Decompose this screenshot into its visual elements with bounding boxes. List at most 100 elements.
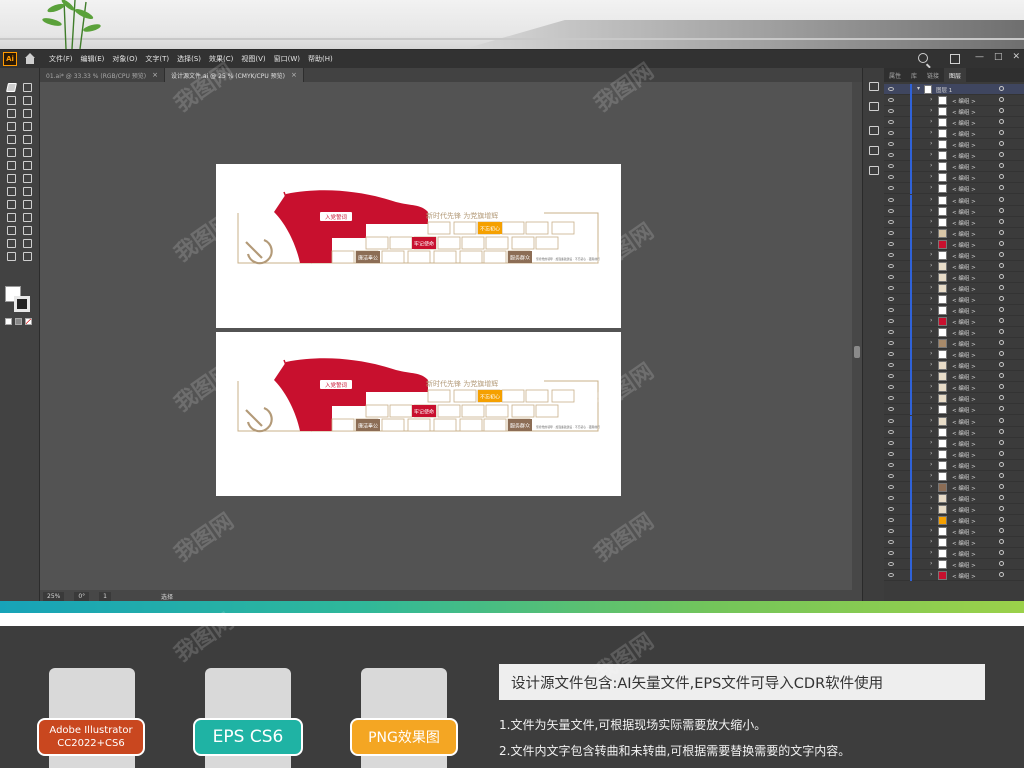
none-button[interactable]	[25, 318, 32, 325]
rotate-tool-icon[interactable]	[5, 160, 17, 170]
expand-arrow-icon[interactable]: ›	[930, 494, 932, 501]
expand-arrow-icon[interactable]: ›	[930, 317, 932, 324]
workspace-icon[interactable]	[950, 54, 960, 64]
target-circle-icon[interactable]	[999, 97, 1004, 103]
target-circle-icon[interactable]	[999, 472, 1004, 478]
target-circle-icon[interactable]	[999, 329, 1004, 335]
expand-arrow-icon[interactable]: ›	[930, 339, 932, 346]
expand-arrow-icon[interactable]: ›	[930, 207, 932, 214]
layer-row-top[interactable]: ▾ 图层 1	[884, 84, 1024, 95]
target-circle-icon[interactable]	[999, 284, 1004, 290]
sublayer-row[interactable]: › < 编组 >	[884, 503, 1024, 515]
expand-arrow-icon[interactable]: ›	[930, 96, 932, 103]
zoom-field[interactable]: 25%	[43, 591, 65, 601]
target-circle-icon[interactable]	[999, 86, 1004, 91]
target-circle-icon[interactable]	[999, 373, 1004, 379]
zoom-tool-icon[interactable]	[21, 251, 33, 261]
eraser-icon[interactable]	[21, 147, 33, 157]
target-circle-icon[interactable]	[999, 494, 1004, 500]
sublayer-row[interactable]: › < 编组 >	[884, 305, 1024, 316]
sublayer-row[interactable]: › < 编组 >	[884, 271, 1024, 283]
tab-document-source[interactable]: 设计源文件.ai @ 25 % (CMYK/CPU 预览) ×	[165, 68, 304, 82]
target-circle-icon[interactable]	[999, 505, 1004, 511]
menu-item[interactable]: 文字(T)	[145, 54, 169, 64]
expand-arrow-icon[interactable]: ›	[930, 328, 932, 335]
sublayer-row[interactable]: › < 编组 >	[884, 360, 1024, 372]
expand-arrow-icon[interactable]: ›	[930, 361, 932, 368]
pen-tool-icon[interactable]	[5, 108, 17, 118]
symbol-sprayer-icon[interactable]	[5, 225, 17, 235]
sublayer-row[interactable]: › < 编组 >	[884, 514, 1024, 526]
sublayer-row[interactable]: › < 编组 >	[884, 404, 1024, 416]
expand-arrow-icon[interactable]: ›	[930, 461, 932, 468]
expand-arrow-icon[interactable]: ›	[930, 162, 932, 169]
visibility-eye-icon[interactable]	[888, 385, 894, 390]
target-circle-icon[interactable]	[999, 207, 1004, 213]
sublayer-row[interactable]: › < 编组 >	[884, 205, 1024, 217]
visibility-eye-icon[interactable]	[888, 296, 894, 301]
column-graph-icon[interactable]	[21, 225, 33, 235]
visibility-eye-icon[interactable]	[888, 131, 894, 136]
target-circle-icon[interactable]	[999, 130, 1004, 136]
type-tool-icon[interactable]	[5, 121, 17, 131]
visibility-eye-icon[interactable]	[888, 363, 894, 368]
magic-wand-icon[interactable]	[5, 95, 17, 105]
visibility-eye-icon[interactable]	[888, 529, 894, 533]
visibility-eye-icon[interactable]	[888, 208, 894, 213]
visibility-eye-icon[interactable]	[888, 352, 894, 357]
sublayer-row[interactable]: › < 编组 >	[884, 183, 1024, 195]
expand-arrow-icon[interactable]: ›	[930, 571, 932, 578]
visibility-eye-icon[interactable]	[888, 517, 894, 522]
target-circle-icon[interactable]	[999, 417, 1004, 423]
visibility-eye-icon[interactable]	[888, 330, 894, 335]
menu-item[interactable]: 帮助(H)	[308, 54, 333, 64]
sublayer-row[interactable]: › < 编组 >	[884, 172, 1024, 184]
scale-tool-icon[interactable]	[21, 160, 33, 170]
panel-tab[interactable]: 属性	[884, 68, 906, 82]
artboard-1[interactable]: 不忘初心 牢记使命 廉洁奉公 服务群众 新时代先锋 为党旗增辉 入党誓词 坚持党的领导 · …	[216, 164, 621, 328]
expand-arrow-icon[interactable]: ›	[930, 560, 932, 567]
expand-arrow-icon[interactable]: ›	[930, 196, 932, 203]
tab-document-01[interactable]: 01.ai* @ 33.33 % (RGB/CPU 预览) ×	[40, 68, 166, 82]
visibility-eye-icon[interactable]	[888, 540, 894, 545]
sublayer-row[interactable]: › < 编组 >	[884, 139, 1024, 151]
slice-tool-icon[interactable]	[21, 238, 33, 248]
rotation-field[interactable]: 0°	[74, 591, 90, 601]
sublayer-row[interactable]: › < 编组 >	[884, 216, 1024, 228]
visibility-eye-icon[interactable]	[888, 308, 894, 312]
visibility-eye-icon[interactable]	[888, 495, 894, 500]
target-circle-icon[interactable]	[999, 295, 1004, 301]
artboard-tool-icon[interactable]	[5, 238, 17, 248]
scroll-thumb[interactable]	[854, 346, 860, 358]
sublayer-row[interactable]: › < 编组 >	[884, 481, 1024, 493]
target-circle-icon[interactable]	[999, 461, 1004, 467]
expand-arrow-icon[interactable]: ›	[930, 350, 932, 357]
color-button[interactable]	[5, 318, 12, 325]
sublayer-row[interactable]: › < 编组 >	[884, 492, 1024, 504]
free-transform-icon[interactable]	[21, 173, 33, 183]
expand-arrow-icon[interactable]: ›	[930, 472, 932, 479]
sublayer-row[interactable]: › < 编组 >	[884, 161, 1024, 173]
sublayer-row[interactable]: › < 编组 >	[884, 415, 1024, 427]
expand-arrow-icon[interactable]: ›	[930, 394, 932, 401]
sublayer-row[interactable]: › < 编组 >	[884, 437, 1024, 449]
visibility-eye-icon[interactable]	[888, 142, 894, 147]
expand-arrow-icon[interactable]: ›	[930, 240, 932, 247]
target-circle-icon[interactable]	[999, 572, 1004, 578]
sublayer-row[interactable]: › < 编组 >	[884, 338, 1024, 350]
expand-arrow-icon[interactable]: ›	[930, 273, 932, 280]
target-circle-icon[interactable]	[999, 450, 1004, 456]
target-circle-icon[interactable]	[999, 185, 1004, 191]
minimize-button[interactable]: —	[975, 52, 984, 62]
sublayer-row[interactable]: › < 编组 >	[884, 448, 1024, 460]
hand-tool-icon[interactable]	[5, 251, 17, 261]
expand-arrow-icon[interactable]: ›	[930, 538, 932, 545]
sublayer-row[interactable]: › < 编组 >	[884, 526, 1024, 537]
menu-item[interactable]: 选择(S)	[177, 54, 201, 64]
sublayer-row[interactable]: › < 编组 >	[884, 128, 1024, 140]
expand-arrow-icon[interactable]: ›	[930, 527, 932, 534]
visibility-eye-icon[interactable]	[888, 396, 894, 401]
visibility-eye-icon[interactable]	[888, 175, 894, 180]
expand-arrow-icon[interactable]: ›	[930, 372, 932, 379]
sublayer-row[interactable]: › < 编组 >	[884, 194, 1024, 206]
